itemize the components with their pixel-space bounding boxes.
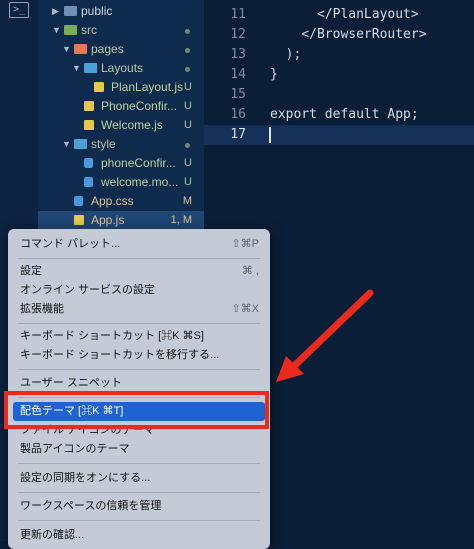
annotation-arrow-icon: [276, 289, 374, 382]
